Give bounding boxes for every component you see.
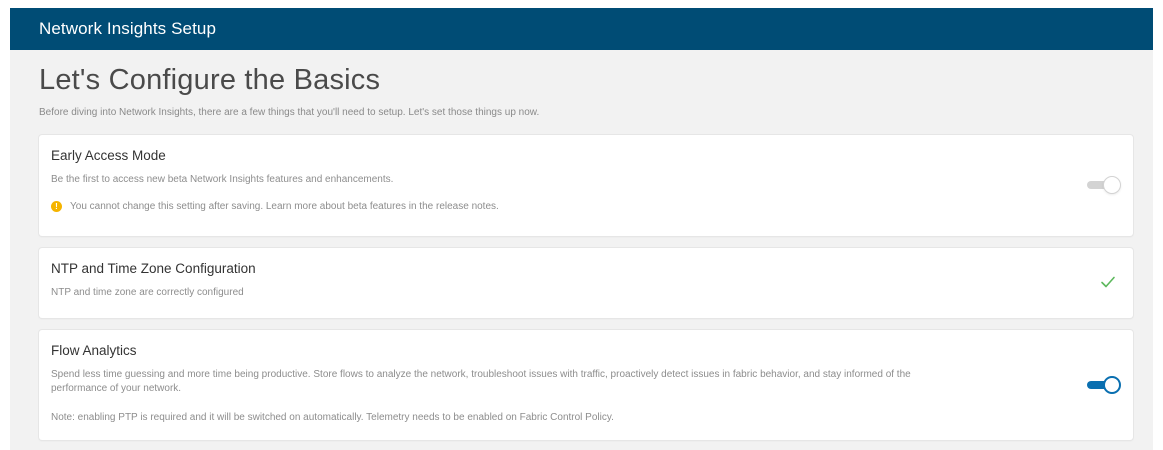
early-access-toggle[interactable] — [1087, 176, 1121, 195]
early-access-title: Early Access Mode — [51, 148, 166, 164]
flow-analytics-card: Flow Analytics Spend less time guessing … — [39, 330, 1133, 441]
header-title: Network Insights Setup — [39, 19, 217, 38]
check-icon — [1101, 277, 1115, 288]
flow-analytics-toggle[interactable] — [1087, 376, 1121, 395]
ntp-title: NTP and Time Zone Configuration — [51, 261, 256, 277]
flow-analytics-title: Flow Analytics — [51, 343, 137, 359]
early-access-card: Early Access Mode Be the first to access… — [39, 135, 1133, 237]
warning-circle-icon: ! — [51, 201, 62, 213]
flow-analytics-description: Spend less time guessing and more time b… — [51, 369, 911, 395]
flow-analytics-toggle-knob — [1103, 376, 1121, 395]
early-access-description: Be the first to access new beta Network … — [51, 174, 394, 186]
setup-window: Network Insights Setup Let's Configure t… — [10, 8, 1153, 450]
early-access-warning-text: You cannot change this setting after sav… — [70, 201, 499, 213]
page-subtitle: Before diving into Network Insights, the… — [39, 107, 540, 119]
header-bar: Network Insights Setup — [10, 8, 1153, 50]
setup-content: Let's Configure the Basics Before diving… — [10, 50, 1153, 441]
page-title: Let's Configure the Basics — [39, 64, 381, 96]
flow-analytics-note: Note: enabling PTP is required and it wi… — [51, 412, 614, 424]
early-access-toggle-knob — [1103, 176, 1121, 195]
ntp-card: NTP and Time Zone Configuration NTP and … — [39, 248, 1133, 319]
ntp-description: NTP and time zone are correctly configur… — [51, 287, 244, 299]
early-access-warning: ! You cannot change this setting after s… — [51, 201, 1121, 213]
